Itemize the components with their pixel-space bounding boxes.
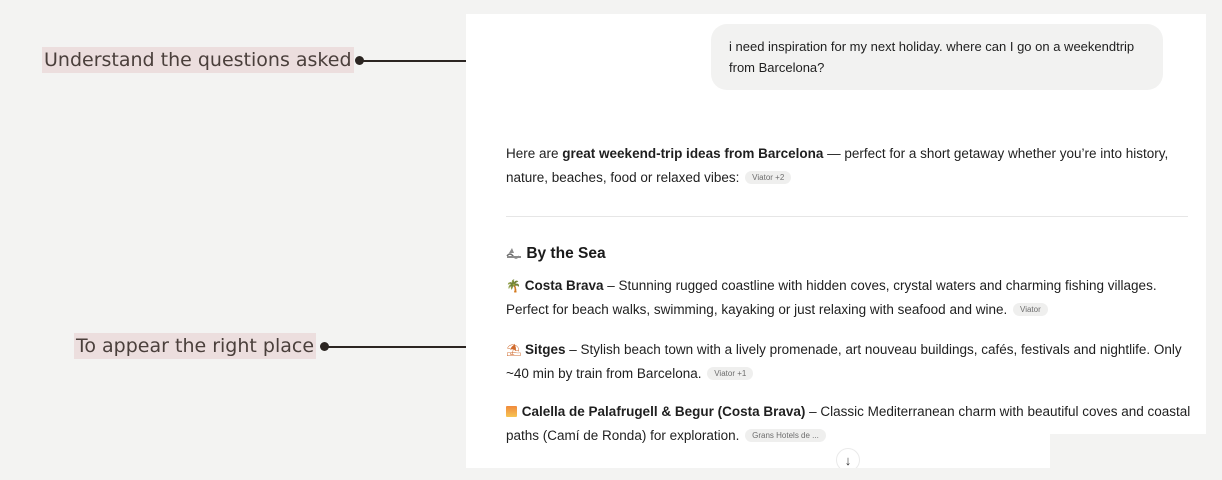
section-heading: By the Sea <box>506 242 606 266</box>
source-chip[interactable]: Viator <box>1013 303 1048 316</box>
item-text: – Stylish beach town with a lively prome… <box>506 342 1182 381</box>
annotation-connector <box>328 346 482 348</box>
user-message-bubble: i need inspiration for my next holiday. … <box>711 24 1163 90</box>
item-title: Calella de Palafrugell & Begur (Costa Br… <box>521 404 806 419</box>
item-title: Costa Brava <box>524 278 604 293</box>
source-chip[interactable]: Viator +2 <box>745 171 792 184</box>
chat-panel: i need inspiration for my next holiday. … <box>466 14 1206 468</box>
sunrise-icon <box>506 406 517 417</box>
annotation-label-questions: Understand the questions asked <box>42 47 354 73</box>
assistant-intro: Here are great weekend-trip ideas from B… <box>506 142 1191 190</box>
divider <box>506 216 1188 217</box>
list-item: 🌴 Costa Brava – Stunning rugged coastlin… <box>506 274 1191 322</box>
scroll-down-button[interactable]: ↓ <box>836 448 860 468</box>
beach-wave-icon <box>506 242 522 266</box>
palm-tree-icon: 🌴 <box>506 279 521 293</box>
background-mask <box>1050 434 1222 480</box>
section-heading-text: By the Sea <box>526 245 606 262</box>
source-chip[interactable]: Grans Hotels de ... <box>745 429 826 442</box>
beach-umbrella-icon: ⛱ <box>506 343 522 357</box>
annotation-label-place: To appear the right place <box>74 333 317 359</box>
intro-text: Here are <box>506 146 563 161</box>
list-item: ⛱ Sitges – Stylish beach town with a liv… <box>506 338 1191 386</box>
canvas: Understand the questions asked To appear… <box>0 0 1222 480</box>
item-text: – Stunning rugged coastline with hidden … <box>506 278 1157 317</box>
item-title: Sitges <box>525 342 566 357</box>
arrow-down-icon: ↓ <box>844 452 852 468</box>
intro-bold: great weekend-trip ideas from Barcelona <box>562 146 824 161</box>
source-chip[interactable]: Viator +1 <box>707 367 754 380</box>
